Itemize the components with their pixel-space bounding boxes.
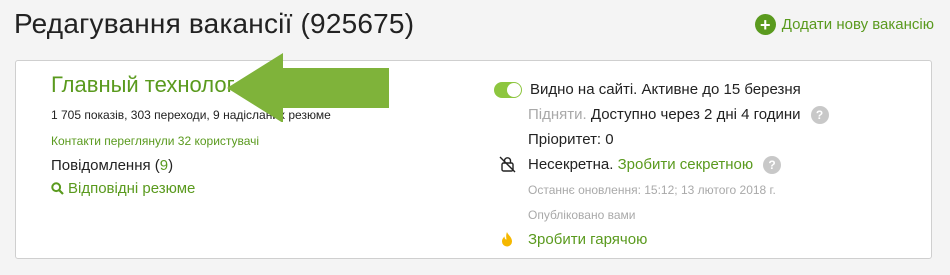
last-update-row: Останнє оновлення: 15:12; 13 лютого 2018…: [494, 177, 829, 202]
raise-row: Підняти. Доступно через 2 дні 4 години ?: [494, 102, 829, 127]
help-icon[interactable]: ?: [810, 105, 829, 124]
make-hot-link[interactable]: Зробити гарячою: [528, 231, 647, 248]
search-icon: [51, 182, 64, 195]
secrecy-row: Несекретна. Зробити секретною ?: [494, 152, 829, 177]
secrecy-status: Несекретна.: [528, 156, 614, 173]
vacancy-status: Видно на сайті. Активне до 15 березня Пі…: [494, 77, 829, 252]
messages-label: Повідомлення: [51, 157, 151, 174]
raise-availability: Доступно через 2 дні 4 години: [590, 106, 801, 123]
published-by-text: Опубліковано вами: [528, 207, 636, 222]
unlocked-icon: [494, 156, 520, 173]
messages-count-link[interactable]: 9: [160, 157, 168, 174]
last-update-text: Останнє оновлення: 15:12; 13 лютого 2018…: [528, 182, 776, 197]
priority-text: Пріоритет: 0: [528, 131, 614, 148]
published-row: Опубліковано вами: [494, 202, 829, 227]
vacancy-card: Главный технолог 1 705 показів, 303 пере…: [15, 60, 932, 259]
make-hot-row: Зробити гарячою: [494, 227, 829, 252]
page-title: Редагування вакансії (925675): [14, 8, 415, 39]
add-vacancy-label: Додати нову вакансію: [781, 16, 934, 33]
contacts-viewed-link[interactable]: Контакти переглянули 32 користувачі: [51, 134, 331, 148]
visibility-text: Видно на сайті. Активне до 15 березня: [530, 81, 801, 98]
raise-button[interactable]: Підняти.: [528, 106, 587, 123]
help-icon[interactable]: ?: [763, 155, 782, 174]
matching-resumes-label: Відповідні резюме: [68, 180, 196, 197]
vacancy-title: Главный технолог: [51, 72, 235, 97]
make-secret-link[interactable]: Зробити секретною: [618, 156, 753, 173]
priority-row: Пріоритет: 0: [494, 127, 829, 152]
fire-icon: [494, 231, 520, 248]
visibility-row: Видно на сайті. Активне до 15 березня: [494, 77, 829, 102]
matching-resumes-link[interactable]: Відповідні резюме: [51, 180, 331, 197]
plus-circle-icon: +: [754, 14, 776, 35]
arrow-pointer: [227, 53, 389, 122]
messages-line: Повідомлення (9): [51, 157, 174, 174]
visibility-toggle[interactable]: [494, 81, 522, 98]
add-vacancy-button[interactable]: + Додати нову вакансію: [754, 14, 934, 35]
